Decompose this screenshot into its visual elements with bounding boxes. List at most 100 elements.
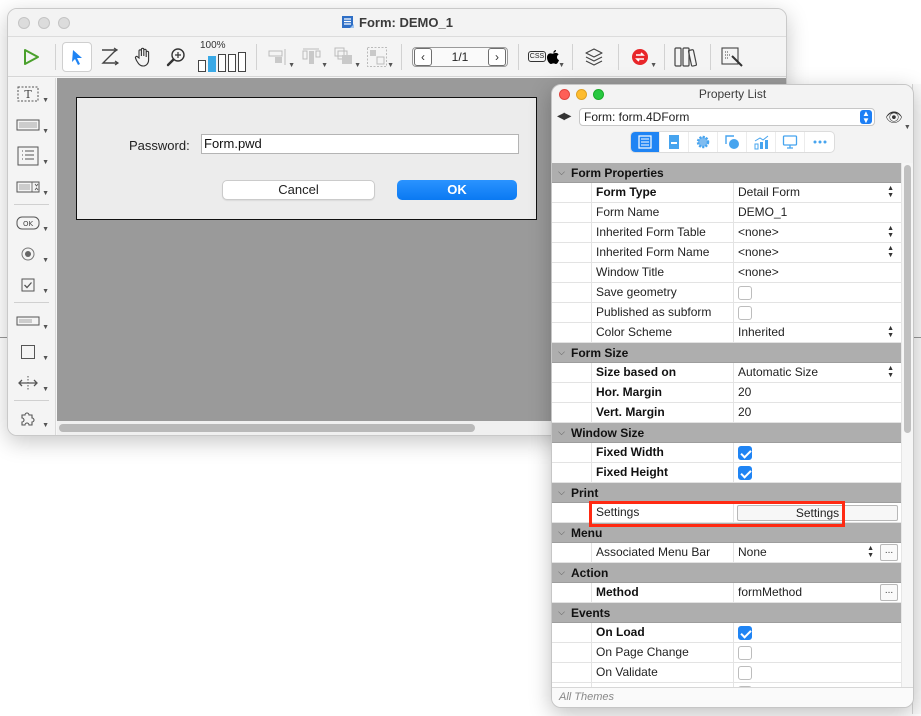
property-list-scrollbar[interactable] <box>901 163 913 687</box>
property-value-cell[interactable]: <none> ▲ ▼ <box>734 223 902 242</box>
eye-icon[interactable]: 👁 ▼ <box>885 109 911 131</box>
property-value-cell[interactable]: Detail Form ▲ ▼ <box>734 183 902 202</box>
checkbox-unchecked[interactable] <box>738 666 752 680</box>
zoom-level-step[interactable] <box>238 52 246 72</box>
palette-input-tool[interactable]: ▼ <box>8 109 55 140</box>
palette-progress-tool[interactable]: ▼ <box>8 305 55 336</box>
checkbox-unchecked[interactable] <box>738 286 752 300</box>
palette-list-tool[interactable]: ▼ <box>8 140 55 171</box>
entry-order-button[interactable] <box>95 42 125 72</box>
checkbox-unchecked[interactable] <box>738 646 752 660</box>
section-action[interactable]: ⌵ Action <box>552 563 902 583</box>
section-form-size[interactable]: ⌵ Form Size <box>552 343 902 363</box>
form-wizard-button[interactable] <box>717 42 747 72</box>
property-value-cell[interactable] <box>734 463 902 482</box>
property-value-cell[interactable]: Inherited ▲ ▼ <box>734 323 902 342</box>
group-button[interactable]: ▼ <box>362 42 394 72</box>
tab-form[interactable] <box>660 132 689 152</box>
palette-rectangle-tool[interactable]: ▼ <box>8 336 55 367</box>
section-menu[interactable]: ⌵ Menu <box>552 523 902 543</box>
section-form-properties[interactable]: ⌵ Form Properties <box>552 163 902 183</box>
previous-page-button[interactable]: ‹ <box>414 47 432 66</box>
property-value[interactable]: Automatic Size <box>738 365 818 379</box>
print-settings-button[interactable]: Settings <box>737 505 898 521</box>
library-button[interactable] <box>671 42 701 72</box>
property-value[interactable]: <none> <box>738 265 779 279</box>
css-preview-button[interactable]: CSS ▼ <box>525 42 565 72</box>
property-value[interactable]: 20 <box>738 405 751 419</box>
property-value-cell[interactable] <box>734 283 902 302</box>
chevron-down-icon[interactable]: ⌵ <box>552 487 571 498</box>
checkbox-checked[interactable] <box>738 446 752 460</box>
ellipsis-button[interactable]: ... <box>880 584 898 601</box>
palette-button-tool[interactable]: OK ▼ <box>8 207 55 238</box>
next-page-button[interactable]: › <box>488 47 506 66</box>
property-value-cell[interactable]: None ▲ ▼... <box>734 543 902 562</box>
tab-all[interactable] <box>631 132 660 152</box>
property-value-cell[interactable]: 20 <box>734 383 902 402</box>
shields-button[interactable]: ▼ <box>625 42 657 72</box>
property-value[interactable]: formMethod <box>738 585 802 599</box>
property-value[interactable]: Detail Form <box>738 185 800 199</box>
ok-button[interactable]: OK <box>397 180 517 200</box>
property-list-scroll-thumb[interactable] <box>904 165 911 433</box>
zoom-level-step[interactable] <box>218 54 226 72</box>
zoom-level-step[interactable] <box>198 60 206 72</box>
chevron-down-icon[interactable]: ⌵ <box>552 607 571 618</box>
password-input[interactable]: Form.pwd <box>201 134 519 154</box>
property-value-cell[interactable]: Settings <box>734 503 902 522</box>
zoom-tool-button[interactable] <box>161 42 191 72</box>
property-value-cell[interactable] <box>734 663 902 682</box>
object-selector[interactable]: Form: form.4DForm ▲ ▼ <box>579 108 875 126</box>
property-value-cell[interactable] <box>734 303 902 322</box>
palette-plugin-tool[interactable]: ▼ <box>8 403 55 434</box>
section-events[interactable]: ⌵ Events <box>552 603 902 623</box>
zoom-level-control[interactable]: 100% <box>198 41 246 72</box>
chevron-down-icon[interactable]: ⌵ <box>552 347 571 358</box>
palette-checkbox-tool[interactable]: ▼ <box>8 269 55 300</box>
property-value[interactable]: Inherited <box>738 325 785 339</box>
property-value-cell[interactable]: <none> ▲ ▼ <box>734 243 902 262</box>
property-value-cell[interactable] <box>734 623 902 642</box>
tab-display[interactable] <box>776 132 805 152</box>
chevron-down-icon[interactable]: ⌵ <box>552 527 571 538</box>
palette-text-tool[interactable]: T ▼ <box>8 78 55 109</box>
property-value-cell[interactable]: <none> <box>734 263 902 282</box>
section-window-size[interactable]: ⌵ Window Size <box>552 423 902 443</box>
checkbox-checked[interactable] <box>738 466 752 480</box>
property-value-cell[interactable]: DEMO_1 <box>734 203 902 222</box>
property-value-cell[interactable]: Automatic Size ▲ ▼ <box>734 363 902 382</box>
property-value[interactable]: <none> <box>738 245 779 259</box>
tab-more[interactable] <box>805 132 834 152</box>
property-value-cell[interactable] <box>734 643 902 662</box>
chevron-down-icon[interactable]: ⌵ <box>552 567 571 578</box>
tab-objects[interactable] <box>718 132 747 152</box>
checkbox-checked[interactable] <box>738 626 752 640</box>
align-button[interactable]: ▼ <box>263 42 295 72</box>
distribute-button[interactable]: ▼ <box>296 42 328 72</box>
cancel-button[interactable]: Cancel <box>222 180 375 200</box>
palette-combo-tool[interactable]: ▼ <box>8 171 55 202</box>
property-value[interactable]: DEMO_1 <box>738 205 787 219</box>
chevron-down-icon[interactable]: ⌵ <box>552 167 571 178</box>
chevron-down-icon[interactable]: ⌵ <box>552 427 571 438</box>
run-form-button[interactable] <box>16 42 46 72</box>
views-button[interactable] <box>579 42 609 72</box>
ellipsis-button[interactable]: ... <box>880 544 898 561</box>
tab-data[interactable] <box>747 132 776 152</box>
section-print[interactable]: ⌵ Print <box>552 483 902 503</box>
palette-radio-tool[interactable]: ▼ <box>8 238 55 269</box>
zoom-level-step[interactable] <box>228 54 236 72</box>
tab-settings[interactable] <box>689 132 718 152</box>
select-tool-button[interactable] <box>62 41 92 72</box>
property-value[interactable]: None <box>738 545 767 559</box>
horizontal-scroll-thumb[interactable] <box>59 424 475 432</box>
property-value-cell[interactable]: formMethod... <box>734 583 902 602</box>
object-nav-arrows[interactable]: ◀▶ <box>557 111 571 122</box>
level-button[interactable]: ▼ <box>329 42 361 72</box>
zoom-level-step-active[interactable] <box>208 56 216 72</box>
property-value[interactable]: <none> <box>738 225 779 239</box>
checkbox-unchecked[interactable] <box>738 306 752 320</box>
property-value[interactable]: 20 <box>738 385 751 399</box>
property-value-cell[interactable]: 20 <box>734 403 902 422</box>
